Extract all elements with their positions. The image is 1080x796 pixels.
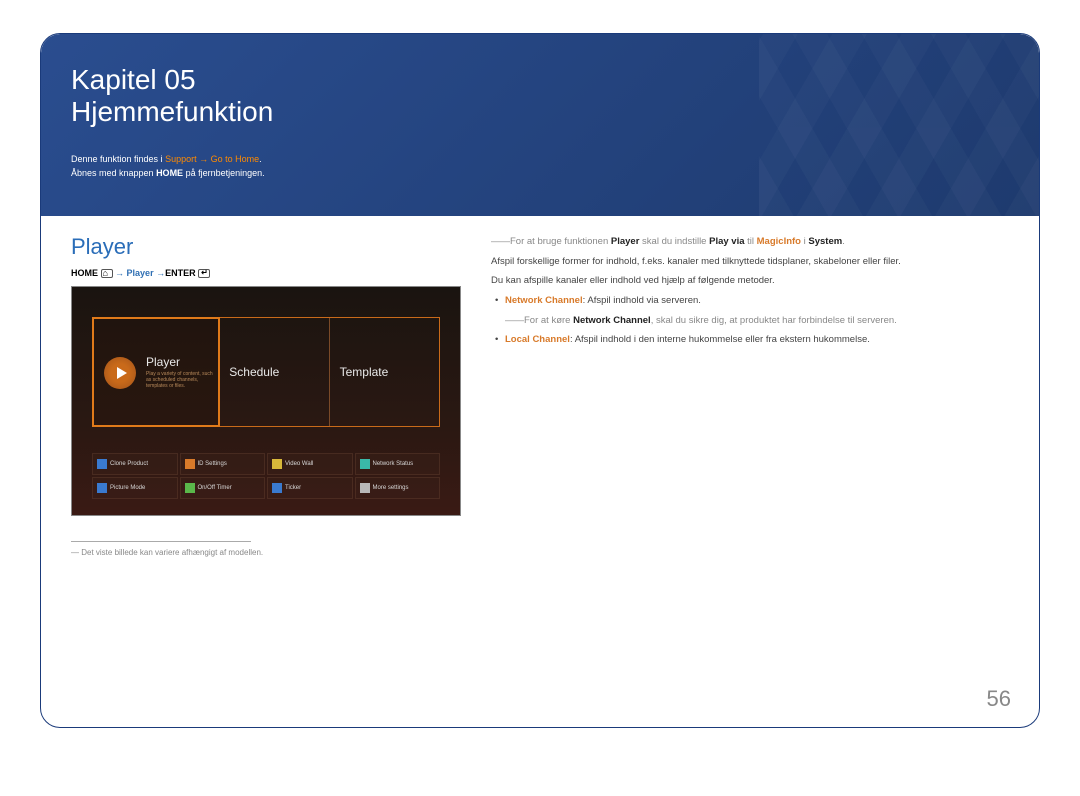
grid-videowall: Video Wall (267, 453, 353, 475)
chapter-label: Kapitel (71, 64, 157, 95)
settings-grid: Clone Product ID Settings Video Wall Net… (92, 453, 440, 499)
chapter-title: Hjemmefunktion (71, 96, 273, 127)
body-p1: Afspil forskellige former for indhold, f… (491, 254, 1009, 270)
enter-icon (198, 269, 210, 278)
picture-icon (97, 483, 107, 493)
ticker-icon (272, 483, 282, 493)
chapter-heading: Kapitel 05 Hjemmefunktion (71, 64, 273, 128)
grid-timer: On/Off Timer (180, 477, 266, 499)
more-icon (360, 483, 370, 493)
list-network: Network Channel: Afspil indhold via serv… (491, 293, 1009, 309)
footnote-rule (71, 541, 251, 542)
clone-icon (97, 459, 107, 469)
chapter-number: 05 (164, 64, 195, 95)
videowall-icon (272, 459, 282, 469)
tile-template: Template (330, 318, 439, 426)
tv-screenshot: Player Play a variety of content, such a… (71, 286, 461, 516)
list-network-note: ――For at køre Network Channel, skal du s… (491, 313, 1009, 329)
timer-icon (185, 483, 195, 493)
id-icon (185, 459, 195, 469)
network-icon (360, 459, 370, 469)
home-icon (101, 269, 113, 278)
tile-row: Player Play a variety of content, such a… (92, 317, 440, 427)
usage-note: ――For at bruge funktionen Player skal du… (491, 234, 1009, 250)
right-column: ――For at bruge funktionen Player skal du… (491, 234, 1009, 352)
body-area: Player HOME → Player →ENTER Player Play … (71, 234, 1009, 707)
play-icon (104, 357, 136, 389)
grid-id: ID Settings (180, 453, 266, 475)
page-frame: Kapitel 05 Hjemmefunktion Denne funktion… (40, 33, 1040, 728)
grid-clone: Clone Product (92, 453, 178, 475)
grid-picture: Picture Mode (92, 477, 178, 499)
body-p2: Du kan afspille kanaler eller indhold ve… (491, 273, 1009, 289)
grid-network: Network Status (355, 453, 441, 475)
list-local: Local Channel: Afspil indhold i den inte… (491, 332, 1009, 348)
grid-more: More settings (355, 477, 441, 499)
page-number: 56 (987, 686, 1011, 712)
tile-player: Player Play a variety of content, such a… (92, 317, 220, 427)
subhead-line1: Denne funktion findes i Support → Go to … (71, 152, 265, 166)
sub-heading: Denne funktion findes i Support → Go to … (71, 152, 265, 181)
grid-ticker: Ticker (267, 477, 353, 499)
tile-schedule: Schedule (219, 318, 329, 426)
footnote: ― Det viste billede kan variere afhængig… (71, 548, 1009, 557)
subhead-line2: Åbnes med knappen HOME på fjernbetjening… (71, 166, 265, 180)
